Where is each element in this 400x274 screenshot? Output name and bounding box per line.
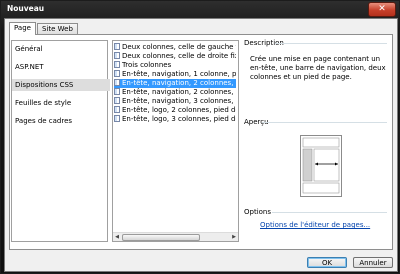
template-label: Deux colonnes, celle de gauche fixe <box>122 43 236 51</box>
list-item[interactable]: En-tête, navigation, 3 colonnes, pied de <box>114 97 236 106</box>
template-label: Trois colonnes <box>122 61 172 69</box>
category-item-general[interactable]: Général <box>12 43 110 55</box>
window-title: Nouveau <box>7 4 45 13</box>
dialog-client: Page Site Web Général ASP.NET Dispositio… <box>4 18 398 272</box>
template-label: Deux colonnes, celle de droite fixe <box>122 52 236 60</box>
list-item[interactable]: En-tête, navigation, 1 colonne, pied de <box>114 70 236 79</box>
title-bar: Nouveau ✕ <box>1 1 399 18</box>
page-layout-icon <box>114 43 120 50</box>
category-item-aspnet[interactable]: ASP.NET <box>12 61 110 73</box>
template-label: En-tête, navigation, 3 colonnes, pied de <box>122 97 236 105</box>
page-layout-icon <box>114 70 120 77</box>
cancel-button[interactable]: Annuler <box>353 257 393 268</box>
close-icon: ✕ <box>378 4 386 14</box>
list-item[interactable]: Deux colonnes, celle de droite fixe <box>114 52 236 61</box>
scroll-right-icon[interactable]: ▶ <box>230 233 238 241</box>
scroll-thumb[interactable] <box>122 234 200 241</box>
description-text: Crée une mise en page contenant un en-tê… <box>250 55 386 81</box>
template-label: En-tête, logo, 3 colonnes, pied de page <box>122 115 236 123</box>
tab-site-web[interactable]: Site Web <box>37 23 78 34</box>
template-label: En-tête, navigation, 2 colonnes, pied d <box>122 79 236 87</box>
list-item[interactable]: Trois colonnes <box>114 61 236 70</box>
page-layout-icon <box>114 88 120 95</box>
layout-preview <box>300 135 342 197</box>
category-list: Général ASP.NET Dispositions CSS Feuille… <box>11 40 110 242</box>
layout-preview-diagram <box>302 137 340 194</box>
template-label: En-tête, navigation, 1 colonne, pied de <box>122 70 236 78</box>
page-layout-icon <box>114 97 120 104</box>
category-item-pages-de-cadres[interactable]: Pages de cadres <box>12 115 110 127</box>
page-layout-icon <box>114 106 120 113</box>
description-divider <box>275 43 387 44</box>
tab-panel: Général ASP.NET Dispositions CSS Feuille… <box>9 34 393 250</box>
list-item[interactable]: En-tête, logo, 2 colonnes, pied de page <box>114 106 236 115</box>
template-list: Deux colonnes, celle de gauche fixe Deux… <box>112 40 239 242</box>
tab-page[interactable]: Page <box>9 22 36 35</box>
scroll-left-icon[interactable]: ◀ <box>113 233 121 241</box>
template-label: En-tête, navigation, 2 colonnes, pied de <box>122 88 236 96</box>
close-button[interactable]: ✕ <box>368 2 396 17</box>
new-dialog-window: Nouveau ✕ Page Site Web Général ASP.NET … <box>0 0 400 274</box>
category-item-feuilles-de-style[interactable]: Feuilles de style <box>12 97 110 109</box>
preview-divider <box>262 122 387 123</box>
category-item-dispositions-css[interactable]: Dispositions CSS <box>12 79 110 91</box>
page-layout-icon <box>114 52 120 59</box>
list-item[interactable]: Deux colonnes, celle de gauche fixe <box>114 43 236 52</box>
page-layout-icon <box>114 61 120 68</box>
page-layout-icon <box>114 115 120 122</box>
page-editor-options-link[interactable]: Options de l'éditeur de pages... <box>260 221 370 229</box>
page-layout-icon <box>114 79 120 86</box>
template-label: En-tête, logo, 2 colonnes, pied de page <box>122 106 236 114</box>
list-item[interactable]: En-tête, navigation, 2 colonnes, pied d <box>114 79 236 88</box>
options-divider <box>272 212 387 213</box>
ok-button[interactable]: OK <box>307 257 347 268</box>
horizontal-scrollbar[interactable]: ◀ ▶ <box>113 232 238 241</box>
list-item[interactable]: En-tête, logo, 3 colonnes, pied de page <box>114 115 236 124</box>
list-item[interactable]: En-tête, navigation, 2 colonnes, pied de <box>114 88 236 97</box>
options-heading: Options <box>244 208 272 216</box>
